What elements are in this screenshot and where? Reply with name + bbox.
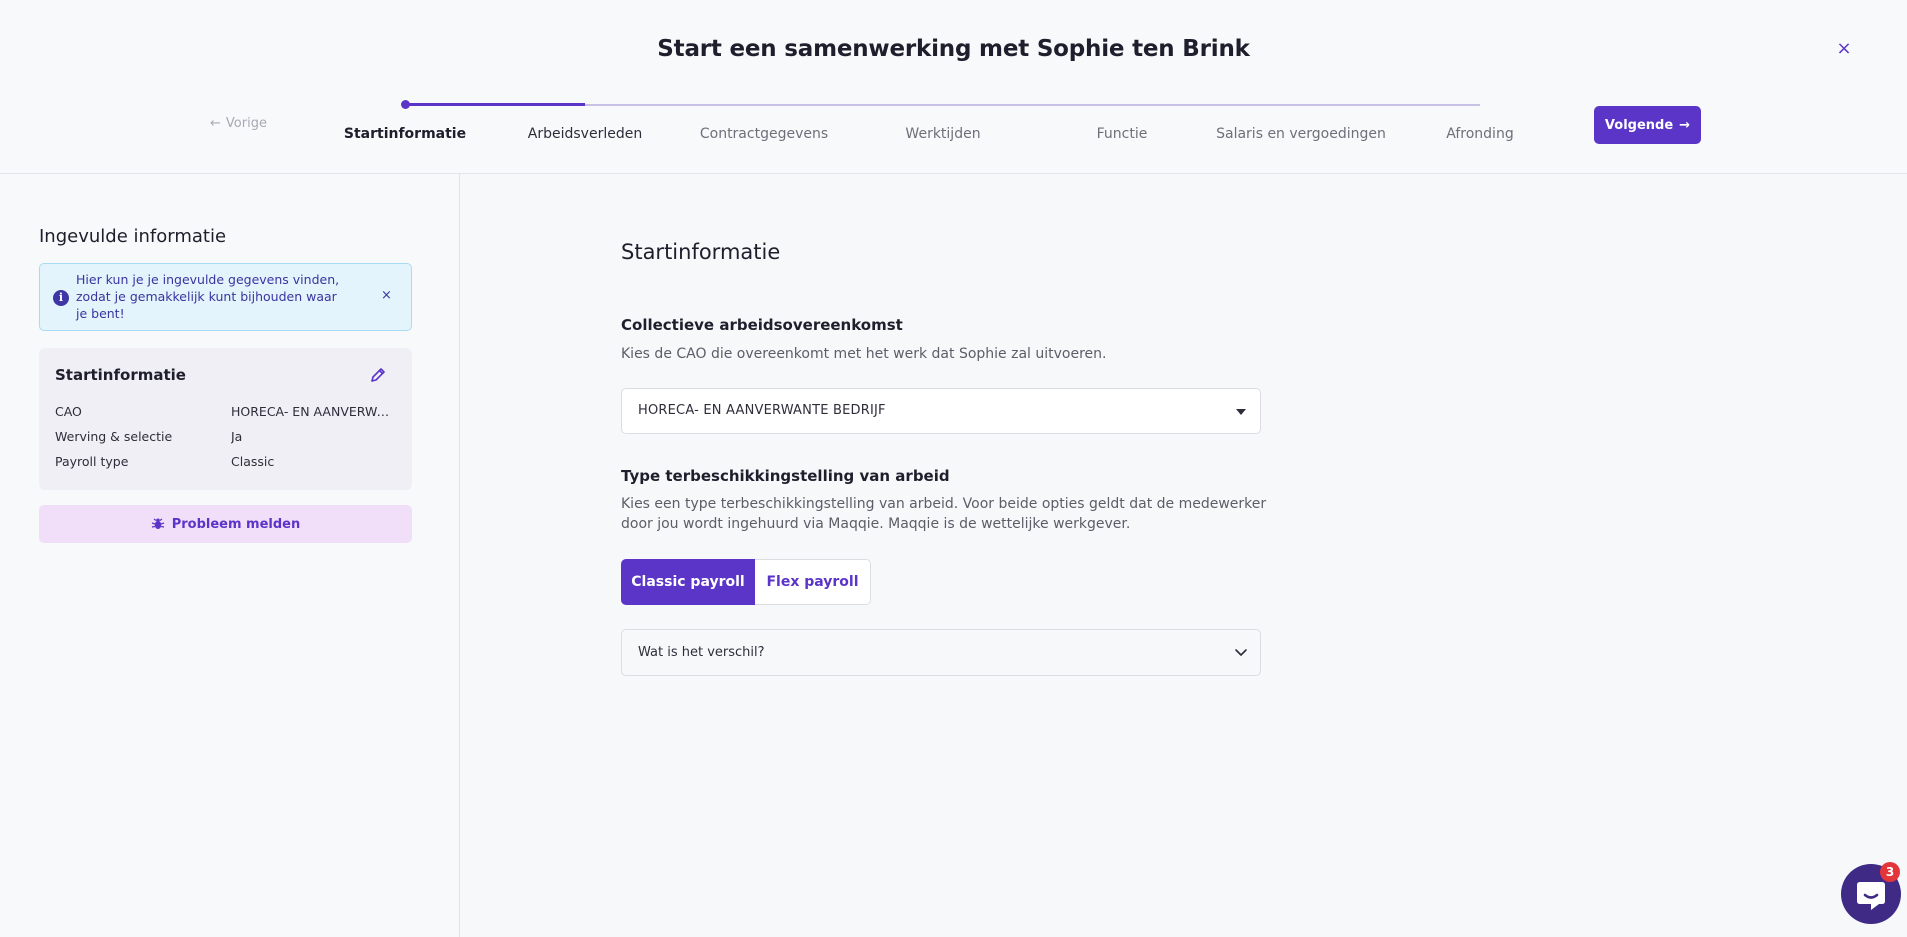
cao-select[interactable]: HORECA- EN AANVERWANTE BEDRIJF bbox=[621, 388, 1261, 434]
summary-row-value: HORECA- EN AANVERWANTE BEDRIJF bbox=[231, 404, 396, 419]
payroll-type-toggle: Classic payroll Flex payroll bbox=[621, 559, 871, 605]
arrow-right-icon: → bbox=[1679, 117, 1691, 133]
step-functie[interactable]: Functie bbox=[1097, 126, 1148, 142]
next-button[interactable]: Volgende → bbox=[1594, 106, 1701, 144]
bug-icon bbox=[151, 518, 164, 529]
summary-card: Startinformatie CAO HORECA- EN AANVERWAN… bbox=[39, 348, 412, 490]
previous-button[interactable]: ← Vorige bbox=[210, 116, 267, 131]
step-startinformatie[interactable]: Startinformatie bbox=[344, 126, 466, 142]
type-description: Kies een type terbeschikkingstelling van… bbox=[621, 496, 1267, 532]
main-content: Startinformatie Collectieve arbeidsovere… bbox=[461, 174, 1907, 937]
summary-row-label: Werving & selectie bbox=[55, 429, 173, 444]
notification-badge: 3 bbox=[1880, 862, 1900, 882]
close-icon[interactable]: × bbox=[381, 288, 392, 303]
progress-fill bbox=[405, 103, 585, 106]
progress-dot bbox=[401, 100, 410, 109]
info-banner: i Hier kun je je ingevulde gegevens vind… bbox=[39, 263, 412, 331]
step-salaris-en-vergoedingen[interactable]: Salaris en vergoedingen bbox=[1216, 126, 1386, 142]
report-problem-button[interactable]: Probleem melden bbox=[39, 505, 412, 543]
page-title: Start een samenwerking met Sophie ten Br… bbox=[657, 36, 1250, 62]
section-heading: Startinformatie bbox=[621, 240, 781, 264]
difference-accordion[interactable]: Wat is het verschil? bbox=[621, 629, 1261, 676]
wizard-header: Start een samenwerking met Sophie ten Br… bbox=[0, 0, 1907, 174]
arrow-left-icon: ← bbox=[210, 116, 221, 131]
type-title: Type terbeschikkingstelling van arbeid bbox=[621, 467, 950, 485]
report-problem-label: Probleem melden bbox=[171, 516, 301, 532]
step-arbeidsverleden[interactable]: Arbeidsverleden bbox=[528, 126, 642, 142]
step-contractgegevens[interactable]: Contractgegevens bbox=[700, 126, 828, 142]
next-label: Volgende bbox=[1604, 117, 1674, 133]
summary-title: Startinformatie bbox=[55, 366, 186, 384]
cao-title: Collectieve arbeidsovereenkomst bbox=[621, 316, 903, 334]
summary-row-value: Ja bbox=[231, 429, 243, 444]
chevron-down-icon bbox=[1235, 649, 1247, 656]
summary-row-label: Payroll type bbox=[55, 454, 129, 469]
previous-label: Vorige bbox=[225, 116, 267, 131]
summary-row-value: Classic bbox=[231, 454, 275, 469]
sidebar: Ingevulde informatie i Hier kun je je in… bbox=[0, 174, 460, 937]
cao-description: Kies de CAO die overeenkomt met het werk… bbox=[621, 346, 1107, 362]
sidebar-title: Ingevulde informatie bbox=[39, 226, 227, 247]
pencil-icon[interactable] bbox=[369, 366, 387, 384]
info-icon: i bbox=[53, 290, 69, 306]
info-text: Hier kun je je ingevulde gegevens vinden… bbox=[76, 272, 340, 321]
cao-selected-value: HORECA- EN AANVERWANTE BEDRIJF bbox=[638, 403, 886, 418]
accordion-label: Wat is het verschil? bbox=[638, 645, 765, 660]
classic-payroll-option[interactable]: Classic payroll bbox=[621, 559, 755, 605]
close-icon[interactable]: × bbox=[1833, 38, 1855, 60]
step-werktijden[interactable]: Werktijden bbox=[905, 126, 980, 142]
summary-row-label: CAO bbox=[55, 404, 82, 419]
caret-down-icon bbox=[1236, 409, 1246, 415]
step-afronding[interactable]: Afronding bbox=[1446, 126, 1513, 142]
flex-payroll-option[interactable]: Flex payroll bbox=[755, 559, 871, 605]
